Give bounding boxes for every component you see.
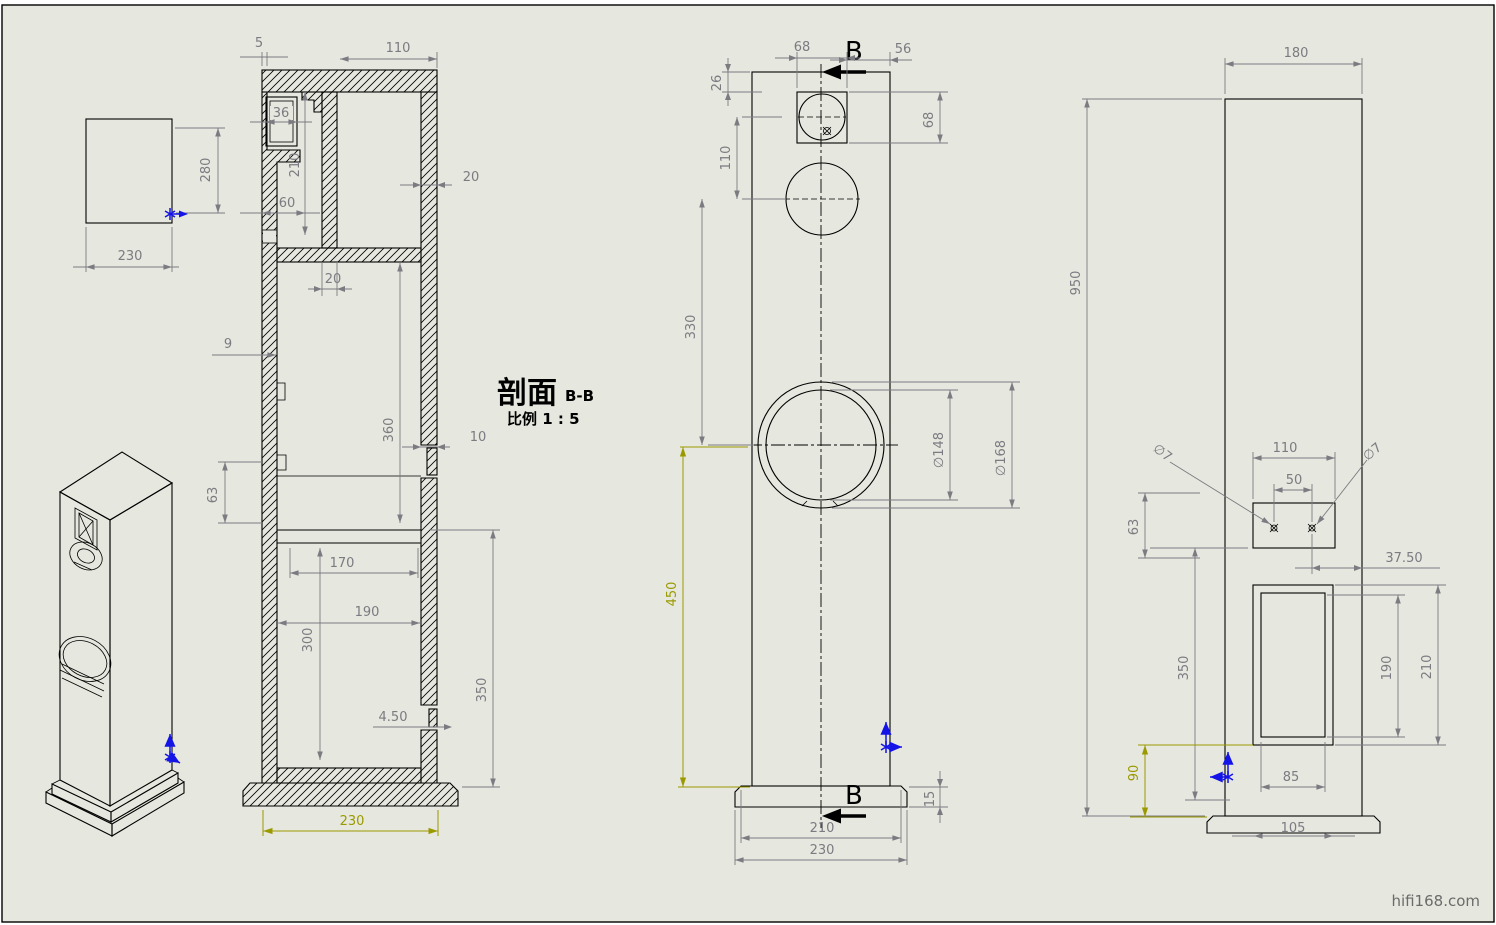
section-panel-insert [429, 709, 437, 727]
dim-base-top-width: 210 [810, 821, 835, 836]
viewport-frame [2, 5, 1494, 922]
section-cut-label-bottom: B [845, 781, 863, 811]
dim-back-wall: 10 [470, 430, 487, 445]
dim-terminal-width: 110 [1273, 441, 1298, 456]
terminal-hole-left [1270, 524, 1278, 532]
dim-bottom-chamber-height: 350 [475, 678, 490, 703]
dim-woofer-to-base: 450 [665, 582, 680, 607]
dim-woofer-inner: ∅148 [932, 432, 947, 468]
section-ref: B-B [565, 387, 594, 405]
section-back-wall-mid [421, 478, 437, 705]
dim-section-base-width: 230 [340, 814, 365, 829]
dim-hole-spacing: 50 [1286, 473, 1303, 488]
dim-side-wall: 9 [224, 337, 232, 352]
dim-brace-thickness: 20 [325, 272, 342, 287]
dim-lower-width: 190 [355, 605, 380, 620]
dim-base-depth: 105 [1281, 821, 1306, 836]
dim-mid-chamber-height: 360 [382, 418, 397, 443]
dim-panel-thickness: 4.50 [379, 710, 408, 725]
dim-height: 950 [1069, 271, 1084, 296]
drawing-sheet: 280 230 [0, 0, 1496, 925]
dim-front-base-width: 230 [810, 843, 835, 858]
dim-port-width: 85 [1283, 770, 1300, 785]
dim-woofer-outer: ∅168 [994, 440, 1009, 476]
scale-label: 比例 1 : 5 [507, 410, 580, 428]
section-cut-label-top: B [845, 37, 863, 67]
watermark: hifi168.com [1391, 892, 1480, 910]
dim-upper-chamber-height: 210 [288, 153, 303, 178]
section-top-panel [262, 70, 437, 92]
dim-top-right: 56 [895, 42, 912, 57]
dim-port-to-terminal: 350 [1177, 656, 1192, 681]
dim-lower-chamber-height: 300 [301, 628, 316, 653]
dim-base-height: 15 [923, 791, 938, 808]
section-port-insert [427, 448, 437, 475]
dim-step-height: 63 [206, 487, 221, 504]
section-back-wall-upper [421, 92, 437, 445]
terminal-hole-right [1308, 524, 1316, 532]
section-title: 剖面 [497, 376, 557, 411]
dim-depth: 180 [1284, 46, 1309, 61]
dim-port-outer-height: 210 [1420, 655, 1435, 680]
section-bottom-panel [277, 768, 421, 783]
dim-tweeter-width: 68 [794, 40, 811, 55]
section-base [243, 783, 458, 806]
dim-terminal-height: 63 [1127, 519, 1142, 536]
section-back-wall-lower [421, 730, 437, 783]
dim-top-height: 280 [199, 158, 214, 183]
dim-tweeter-box: 36 [273, 106, 290, 121]
section-partition [322, 92, 337, 248]
dim-tweeter-depth: 60 [279, 196, 296, 211]
dim-port-height: 190 [1380, 656, 1395, 681]
dim-port-to-base: 90 [1127, 765, 1142, 782]
dim-upper-chamber-width: 110 [386, 41, 411, 56]
dim-mid-to-woofer: 330 [684, 315, 699, 340]
dim-top-width: 230 [118, 249, 143, 264]
dim-tweeter-height: 68 [922, 112, 937, 129]
dim-baffle-offset: 5 [255, 36, 263, 51]
section-shelf [277, 248, 421, 262]
dim-inner-width: 170 [330, 556, 355, 571]
dim-wall-thickness: 20 [463, 170, 480, 185]
dim-hole-offset: 37.50 [1385, 551, 1422, 566]
dim-tweeter-to-mid: 110 [719, 146, 734, 171]
dim-top-offset: 26 [710, 75, 725, 92]
cad-drawing-canvas: 280 230 [0, 0, 1496, 925]
